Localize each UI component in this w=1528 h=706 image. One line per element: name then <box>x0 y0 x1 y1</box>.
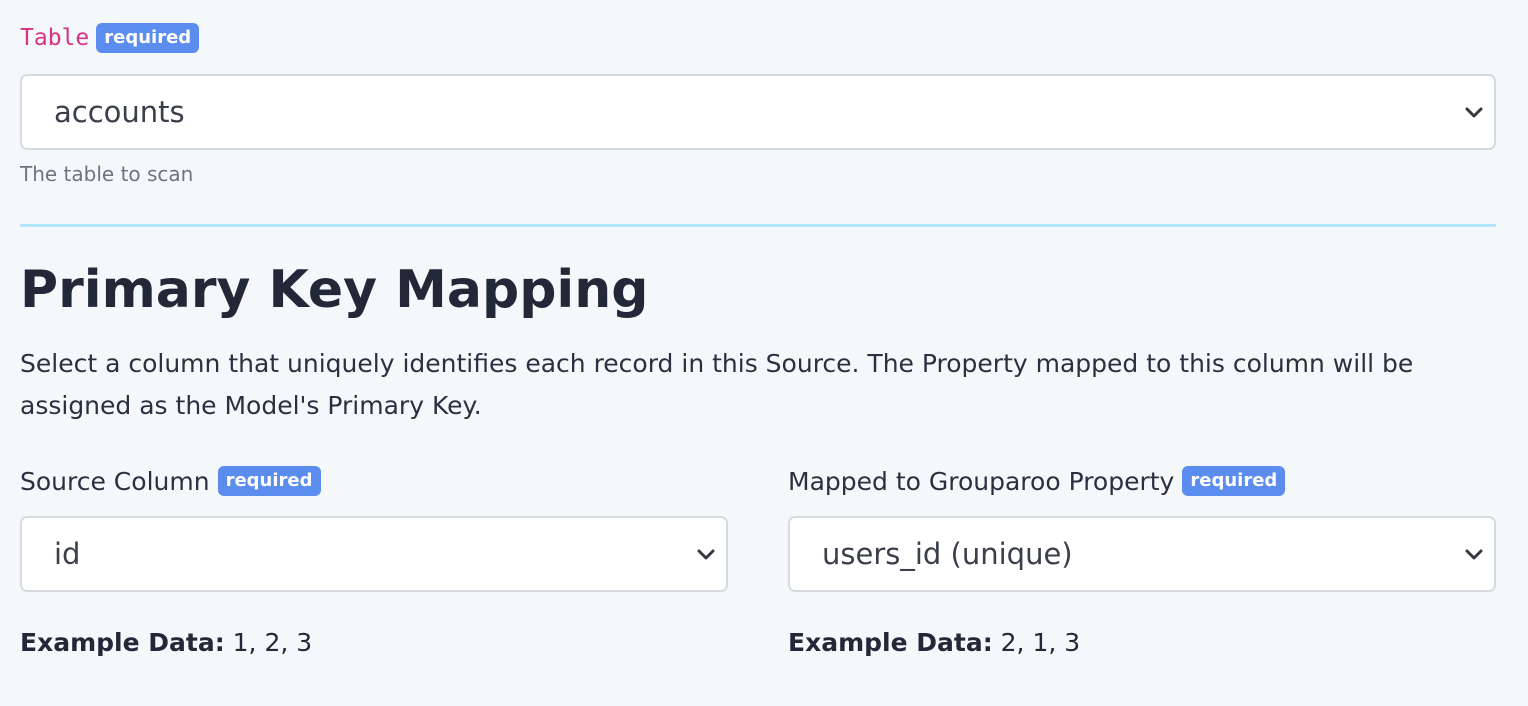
source-column-label-text: Source Column <box>20 466 210 496</box>
property-example: Example Data: 2, 1, 3 <box>788 628 1080 657</box>
chevron-down-icon <box>697 549 715 560</box>
table-select-value: accounts <box>54 94 185 129</box>
property-select[interactable]: users_id (unique) <box>788 516 1496 592</box>
source-column-select[interactable]: id <box>20 516 728 592</box>
source-column-select-value: id <box>54 536 81 571</box>
example-data-values: 2, 1, 3 <box>1000 628 1081 657</box>
property-select-value: users_id (unique) <box>822 536 1073 571</box>
section-divider <box>20 224 1496 227</box>
section-title: Primary Key Mapping <box>20 260 649 320</box>
source-column-label: Source Column required <box>20 465 321 497</box>
property-label: Mapped to Grouparoo Property required <box>788 465 1286 497</box>
example-data-values: 1, 2, 3 <box>232 628 313 657</box>
source-column-example: Example Data: 1, 2, 3 <box>20 628 312 657</box>
table-label-text: Table <box>20 24 90 51</box>
required-badge: required <box>217 466 321 496</box>
required-badge: required <box>96 23 200 53</box>
chevron-down-icon <box>1465 549 1483 560</box>
table-help-text: The table to scan <box>20 162 194 186</box>
required-badge: required <box>1182 466 1286 496</box>
table-select[interactable]: accounts <box>20 74 1496 150</box>
section-description: Select a column that uniquely identifies… <box>20 349 1414 420</box>
property-label-text: Mapped to Grouparoo Property <box>788 466 1175 496</box>
table-field-label: Table required <box>20 23 200 53</box>
example-data-label: Example Data: <box>20 628 225 657</box>
chevron-down-icon <box>1465 107 1483 118</box>
example-data-label: Example Data: <box>788 628 993 657</box>
